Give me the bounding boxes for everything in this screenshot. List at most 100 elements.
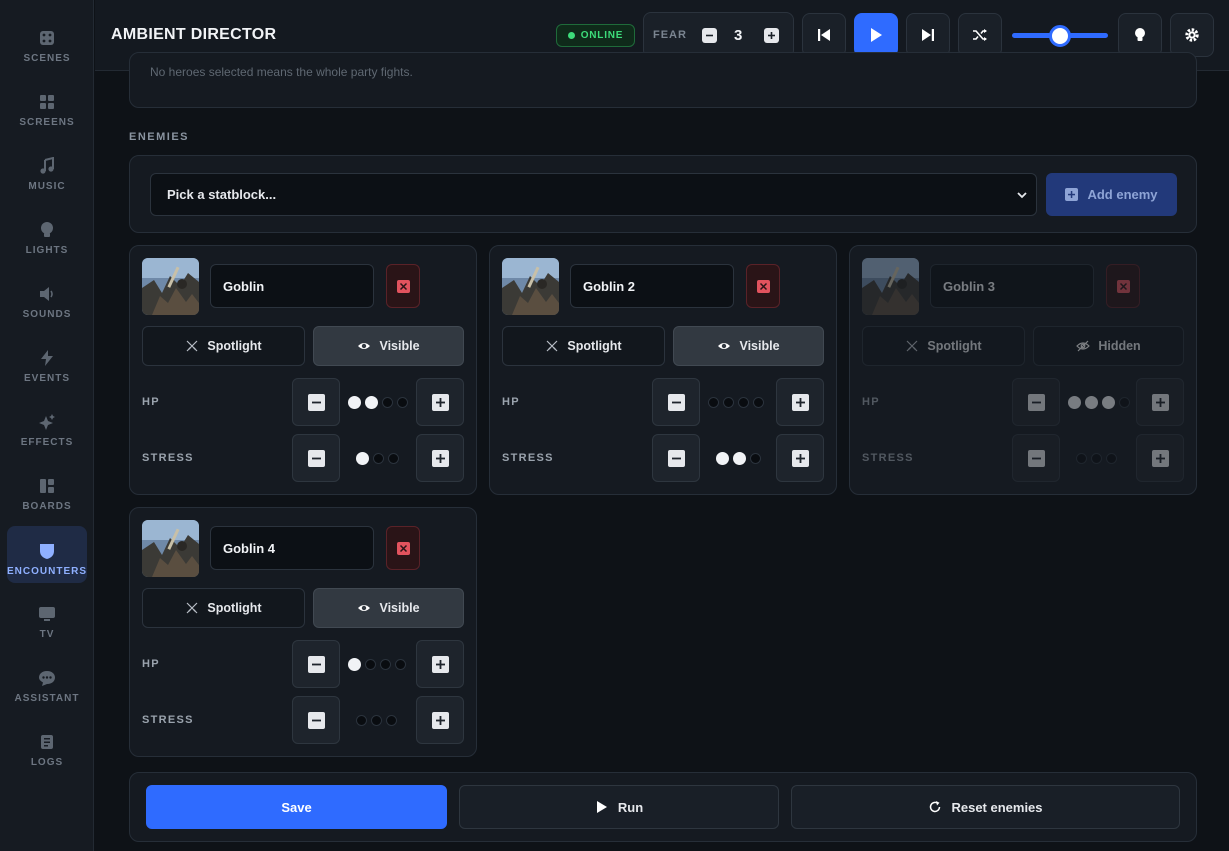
skip-back-icon <box>818 29 830 41</box>
enemy-name-input[interactable]: Goblin 3 <box>930 264 1094 308</box>
sidebar-item-label: EFFECTS <box>20 437 74 448</box>
play-icon <box>596 801 607 813</box>
fear-increment-button[interactable] <box>764 28 779 43</box>
spotlight-button[interactable]: Spotlight <box>862 326 1025 366</box>
remove-enemy-button[interactable] <box>746 264 780 308</box>
hp-decrement-button[interactable] <box>292 378 340 426</box>
party-note: No heroes selected means the whole party… <box>150 65 413 79</box>
stress-pip <box>388 452 399 464</box>
sidebar-item-music[interactable]: MUSIC <box>7 142 87 198</box>
enemy-name-text: Goblin <box>223 278 265 294</box>
hp-pip <box>397 396 408 408</box>
plus-square-icon <box>1151 393 1169 411</box>
settings-button[interactable] <box>1170 13 1214 57</box>
play-button[interactable] <box>854 13 898 57</box>
statblock-select[interactable]: Pick a statblock... <box>150 173 1037 216</box>
hp-decrement-button[interactable] <box>292 640 340 688</box>
stress-increment-button[interactable] <box>1136 434 1184 482</box>
hp-pip <box>1068 395 1081 409</box>
run-button[interactable]: Run <box>459 785 779 829</box>
hp-pip <box>738 396 749 408</box>
crossed-swords-icon <box>186 340 198 352</box>
shuffle-button[interactable] <box>958 13 1002 57</box>
lightbulb-icon <box>37 220 57 240</box>
sidebar-item-label: SCREENS <box>19 117 75 128</box>
sidebar-item-logs[interactable]: LOGS <box>7 718 87 774</box>
volume-slider-thumb[interactable] <box>1049 25 1071 47</box>
sidebar-item-lights[interactable]: LIGHTS <box>7 206 87 262</box>
minus-square-icon <box>307 393 325 411</box>
hp-decrement-button[interactable] <box>1012 378 1060 426</box>
spotlight-button[interactable]: Spotlight <box>142 326 305 366</box>
sidebar-item-effects[interactable]: EFFECTS <box>7 398 87 454</box>
sidebar-item-scenes[interactable]: SCENES <box>7 14 87 70</box>
stress-pip <box>373 452 384 464</box>
hp-increment-button[interactable] <box>776 378 824 426</box>
minus-square-icon <box>307 449 325 467</box>
grid-icon <box>37 92 57 112</box>
enemy-name-input[interactable]: Goblin <box>210 264 374 308</box>
fear-decrement-button[interactable] <box>702 28 717 43</box>
hp-label: HP <box>502 396 520 408</box>
remove-enemy-button[interactable] <box>1106 264 1140 308</box>
next-track-button[interactable] <box>906 13 950 57</box>
visibility-label: Visible <box>379 339 420 353</box>
visibility-toggle[interactable]: Hidden <box>1033 326 1184 366</box>
close-square-icon <box>396 541 410 555</box>
stress-label: STRESS <box>142 452 194 464</box>
minus-square-icon <box>307 711 325 729</box>
sidebar-item-encounters[interactable]: ENCOUNTERS <box>7 526 87 583</box>
sidebar-item-boards[interactable]: BOARDS <box>7 462 87 518</box>
spotlight-button[interactable]: Spotlight <box>502 326 665 366</box>
sidebar-item-screens[interactable]: SCREENS <box>7 78 87 134</box>
chevron-down-icon <box>1017 192 1027 199</box>
save-label: Save <box>281 799 312 815</box>
enemy-name-text: Goblin 2 <box>583 278 635 294</box>
remove-enemy-button[interactable] <box>386 264 420 308</box>
hp-pip <box>365 395 378 409</box>
remove-enemy-button[interactable] <box>386 526 420 570</box>
visibility-toggle[interactable]: Visible <box>313 326 464 366</box>
add-enemy-button[interactable]: Add enemy <box>1046 173 1177 216</box>
plus-square-icon <box>791 393 809 411</box>
volume-slider[interactable] <box>1012 24 1108 48</box>
stress-decrement-button[interactable] <box>292 696 340 744</box>
hp-label: HP <box>862 396 880 408</box>
stress-pip <box>371 714 382 726</box>
sidebar-item-assistant[interactable]: ASSISTANT <box>7 654 87 710</box>
stress-decrement-button[interactable] <box>652 434 700 482</box>
enemy-name-input[interactable]: Goblin 4 <box>210 526 374 570</box>
save-button[interactable]: Save <box>146 785 447 829</box>
spotlight-button[interactable]: Spotlight <box>142 588 305 628</box>
tv-icon <box>37 604 57 624</box>
visibility-toggle[interactable]: Visible <box>673 326 824 366</box>
sidebar-item-tv[interactable]: TV <box>7 590 87 646</box>
minus-icon <box>706 34 713 37</box>
enemy-portrait <box>142 258 199 315</box>
enemy-name-input[interactable]: Goblin 2 <box>570 264 734 308</box>
stress-pip <box>750 452 761 464</box>
sidebar-item-events[interactable]: EVENTS <box>7 334 87 390</box>
hp-decrement-button[interactable] <box>652 378 700 426</box>
stress-increment-button[interactable] <box>416 696 464 744</box>
visibility-toggle[interactable]: Visible <box>313 588 464 628</box>
hp-increment-button[interactable] <box>1136 378 1184 426</box>
lightbulb-icon <box>1135 28 1145 41</box>
minus-square-icon <box>307 655 325 673</box>
status-dot <box>567 32 575 39</box>
lights-button[interactable] <box>1118 13 1162 57</box>
sidebar-item-sounds[interactable]: SOUNDS <box>7 270 87 326</box>
hp-increment-button[interactable] <box>416 378 464 426</box>
stress-decrement-button[interactable] <box>1012 434 1060 482</box>
stress-increment-button[interactable] <box>416 434 464 482</box>
stress-decrement-button[interactable] <box>292 434 340 482</box>
hp-increment-button[interactable] <box>416 640 464 688</box>
enemy-card: Goblin 4 Spotlight Visible HP STRESS <box>129 507 477 757</box>
stress-increment-button[interactable] <box>776 434 824 482</box>
reset-enemies-button[interactable]: Reset enemies <box>791 785 1180 829</box>
party-card: No heroes selected means the whole party… <box>129 52 1197 108</box>
eye-icon <box>358 343 371 349</box>
previous-track-button[interactable] <box>802 13 846 57</box>
sidebar-item-label: LOGS <box>30 757 64 768</box>
close-square-icon <box>1116 279 1130 293</box>
